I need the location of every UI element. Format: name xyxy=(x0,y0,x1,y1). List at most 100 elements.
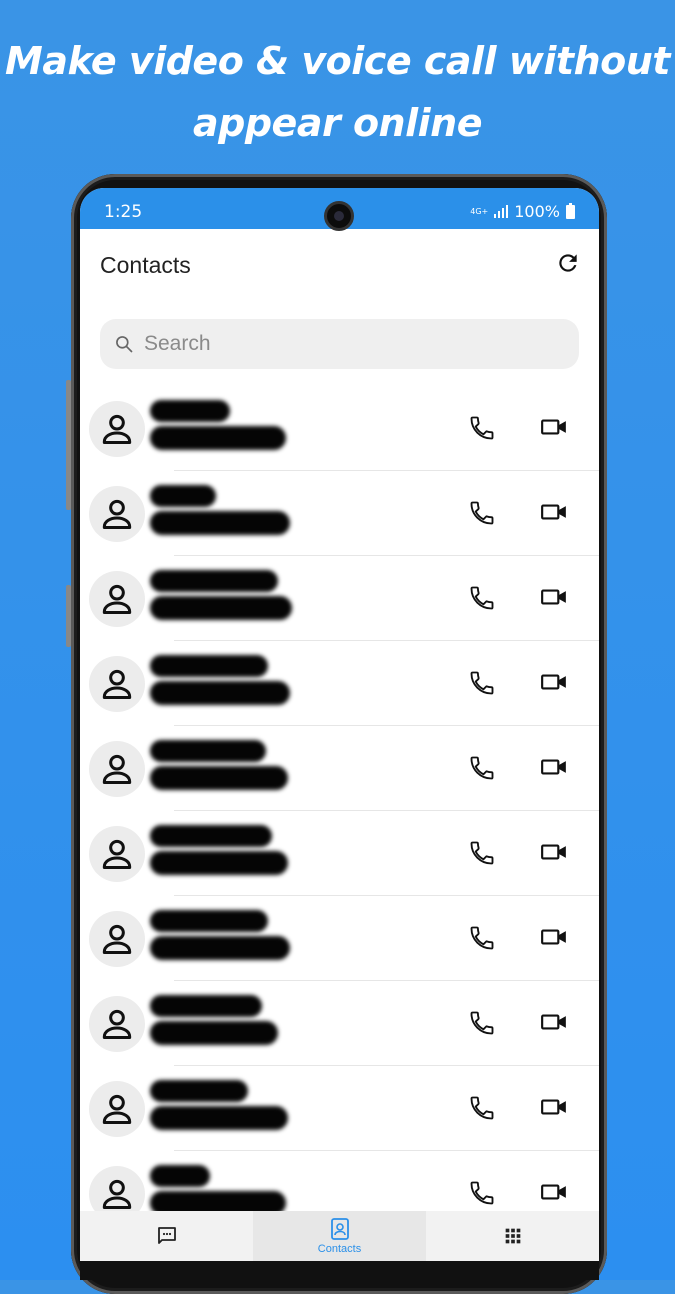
video-icon xyxy=(541,1184,566,1200)
person-icon xyxy=(102,1009,132,1039)
redacted-contact-name xyxy=(150,655,268,677)
contact-row[interactable] xyxy=(80,1066,599,1151)
redacted-contact-number xyxy=(150,936,290,960)
nav-item-contacts[interactable]: Contacts xyxy=(253,1211,426,1261)
redacted-contact-number xyxy=(150,1021,278,1045)
person-icon xyxy=(102,414,132,444)
voice-call-button[interactable] xyxy=(468,414,498,444)
video-icon xyxy=(541,504,566,520)
page-title: Contacts xyxy=(100,252,191,278)
video-call-button[interactable] xyxy=(540,1096,570,1122)
phone-icon xyxy=(470,756,494,780)
redacted-contact-number xyxy=(150,1106,288,1130)
video-icon xyxy=(541,929,566,945)
redacted-contact-name xyxy=(150,740,266,762)
phone-icon xyxy=(470,501,494,525)
status-time: 1:25 xyxy=(104,202,143,222)
contacts-icon xyxy=(330,1218,349,1240)
nav-label: Contacts xyxy=(317,1243,362,1255)
video-call-button[interactable] xyxy=(540,1181,570,1207)
status-bar: 1:25 4G+ 100% xyxy=(80,188,599,231)
voice-call-button[interactable] xyxy=(468,1179,498,1209)
voice-call-button[interactable] xyxy=(468,1094,498,1124)
avatar xyxy=(89,996,145,1052)
video-icon xyxy=(541,419,566,435)
contact-row[interactable] xyxy=(80,641,599,726)
video-icon xyxy=(541,674,566,690)
video-icon xyxy=(541,759,566,775)
bottom-nav: Contacts xyxy=(80,1211,599,1261)
video-call-button[interactable] xyxy=(540,586,570,612)
video-call-button[interactable] xyxy=(540,841,570,867)
redacted-contact-number xyxy=(150,766,288,790)
status-right: 4G+ 100% xyxy=(470,202,575,221)
redacted-contact-name xyxy=(150,570,278,592)
avatar xyxy=(89,656,145,712)
redacted-contact-name xyxy=(150,1165,210,1187)
redacted-contact-number xyxy=(150,426,286,450)
voice-call-button[interactable] xyxy=(468,754,498,784)
phone-icon xyxy=(470,1096,494,1120)
front-camera xyxy=(324,201,354,231)
phone-icon xyxy=(470,671,494,695)
redacted-contact-name xyxy=(150,995,262,1017)
refresh-icon[interactable] xyxy=(555,250,581,276)
phone-icon xyxy=(470,416,494,440)
search-bar[interactable] xyxy=(100,319,579,369)
redacted-contact-name xyxy=(150,825,272,847)
person-icon xyxy=(102,1094,132,1124)
contact-row[interactable] xyxy=(80,556,599,641)
contact-row[interactable] xyxy=(80,471,599,556)
phone-icon xyxy=(470,926,494,950)
person-icon xyxy=(102,754,132,784)
phone-icon xyxy=(470,1181,494,1205)
avatar xyxy=(89,1081,145,1137)
navigation-bar xyxy=(80,1261,599,1280)
person-icon xyxy=(102,839,132,869)
video-call-button[interactable] xyxy=(540,1011,570,1037)
redacted-contact-number xyxy=(150,596,292,620)
promo-headline: Make video & voice call without appear o… xyxy=(0,30,675,154)
redacted-contact-number xyxy=(150,681,290,705)
avatar xyxy=(89,741,145,797)
video-icon xyxy=(541,1099,566,1115)
redacted-contact-name xyxy=(150,485,216,507)
nav-item-chat[interactable] xyxy=(80,1211,253,1261)
redacted-contact-name xyxy=(150,400,230,422)
contact-row[interactable] xyxy=(80,726,599,811)
person-icon xyxy=(102,924,132,954)
contact-row[interactable] xyxy=(80,386,599,471)
person-icon xyxy=(102,1179,132,1209)
contact-row[interactable] xyxy=(80,896,599,981)
avatar xyxy=(89,486,145,542)
contact-list xyxy=(80,386,599,1237)
battery-icon xyxy=(566,202,575,219)
video-call-button[interactable] xyxy=(540,756,570,782)
avatar xyxy=(89,826,145,882)
person-icon xyxy=(102,669,132,699)
voice-call-button[interactable] xyxy=(468,1009,498,1039)
voice-call-button[interactable] xyxy=(468,669,498,699)
video-icon xyxy=(541,1014,566,1030)
voice-call-button[interactable] xyxy=(468,839,498,869)
contact-row[interactable] xyxy=(80,811,599,896)
nav-item-dialpad[interactable] xyxy=(426,1211,599,1261)
chat-icon xyxy=(157,1227,176,1244)
video-call-button[interactable] xyxy=(540,501,570,527)
promo-headline-line1: Make video & voice call without xyxy=(5,39,670,83)
video-call-button[interactable] xyxy=(540,926,570,952)
voice-call-button[interactable] xyxy=(468,584,498,614)
redacted-contact-name xyxy=(150,910,268,932)
battery-percent: 100% xyxy=(514,202,560,221)
avatar xyxy=(89,571,145,627)
voice-call-button[interactable] xyxy=(468,499,498,529)
redacted-contact-number xyxy=(150,511,290,535)
video-icon xyxy=(541,589,566,605)
network-type: 4G+ xyxy=(470,206,489,216)
avatar xyxy=(89,911,145,967)
search-input[interactable] xyxy=(142,331,546,357)
voice-call-button[interactable] xyxy=(468,924,498,954)
video-call-button[interactable] xyxy=(540,416,570,442)
contact-row[interactable] xyxy=(80,981,599,1066)
video-call-button[interactable] xyxy=(540,671,570,697)
